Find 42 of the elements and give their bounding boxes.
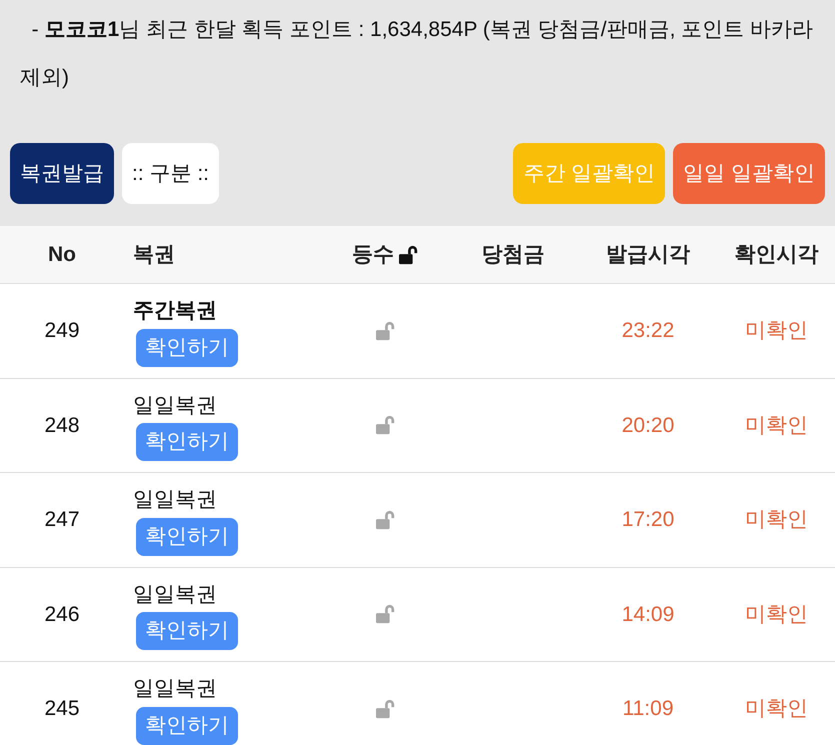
action-button[interactable]: 복권발급 bbox=[10, 143, 114, 204]
ticket-name: 일일복권 bbox=[133, 676, 217, 702]
check-button[interactable]: 확인하기 bbox=[136, 706, 238, 744]
ticket-name: 일일복권 bbox=[133, 392, 217, 418]
action-button[interactable]: 주간 일괄확인 bbox=[513, 143, 666, 204]
padlock-icon bbox=[375, 510, 397, 530]
table-cell-text: 11:09 bbox=[622, 696, 674, 722]
table-cell-text: 246 bbox=[43, 602, 81, 628]
padlock-icon bbox=[375, 698, 397, 719]
check-button[interactable]: 확인하기 bbox=[136, 518, 238, 556]
notice-text: - 모코코1님 최근 한달 획득 포인트 : 1,634,854P (복권 당첨금/판매금, 포인트 바카라 제외) bbox=[19, 17, 814, 91]
table-cell-text: 미확인 bbox=[744, 507, 809, 533]
table-cell-text: 245 bbox=[43, 696, 81, 722]
padlock-icon bbox=[375, 604, 397, 624]
column-header: 확인시각 bbox=[734, 242, 820, 268]
ticket-name: 일일복권 bbox=[133, 582, 217, 608]
table-cell-text: 미확인 bbox=[744, 602, 809, 628]
table-cell-text: 23:22 bbox=[620, 318, 676, 344]
table-cell-text: 248 bbox=[43, 412, 81, 438]
column-header: 발급시각 bbox=[605, 242, 691, 268]
table-cell-text: 249 bbox=[43, 318, 81, 344]
column-header: 당첨금 bbox=[480, 242, 546, 268]
column-header: 등수 bbox=[352, 242, 394, 268]
column-header: No bbox=[47, 242, 77, 268]
ticket-name: 일일복권 bbox=[133, 487, 217, 513]
check-button[interactable]: 확인하기 bbox=[136, 423, 238, 461]
category-dropdown[interactable]: :: 구분 :: bbox=[122, 143, 220, 204]
padlock-icon bbox=[398, 244, 420, 264]
table-cell-text: 14:09 bbox=[620, 602, 676, 628]
check-button[interactable]: 확인하기 bbox=[136, 328, 238, 366]
table-cell-text: 미확인 bbox=[744, 318, 809, 344]
table-cell-text: 미확인 bbox=[744, 412, 809, 438]
table-cell-text: 247 bbox=[43, 507, 81, 533]
check-button[interactable]: 확인하기 bbox=[136, 612, 238, 650]
padlock-icon bbox=[375, 320, 397, 341]
padlock-icon bbox=[375, 415, 397, 436]
table-cell-text: 17:20 bbox=[620, 507, 676, 533]
action-button[interactable]: 일일 일괄확인 bbox=[673, 143, 825, 204]
ticket-name: 주간복권 bbox=[133, 298, 217, 324]
column-header: 복권 bbox=[132, 242, 176, 268]
table-cell-text: 미확인 bbox=[744, 696, 809, 722]
table-cell-text: 20:20 bbox=[620, 412, 676, 438]
